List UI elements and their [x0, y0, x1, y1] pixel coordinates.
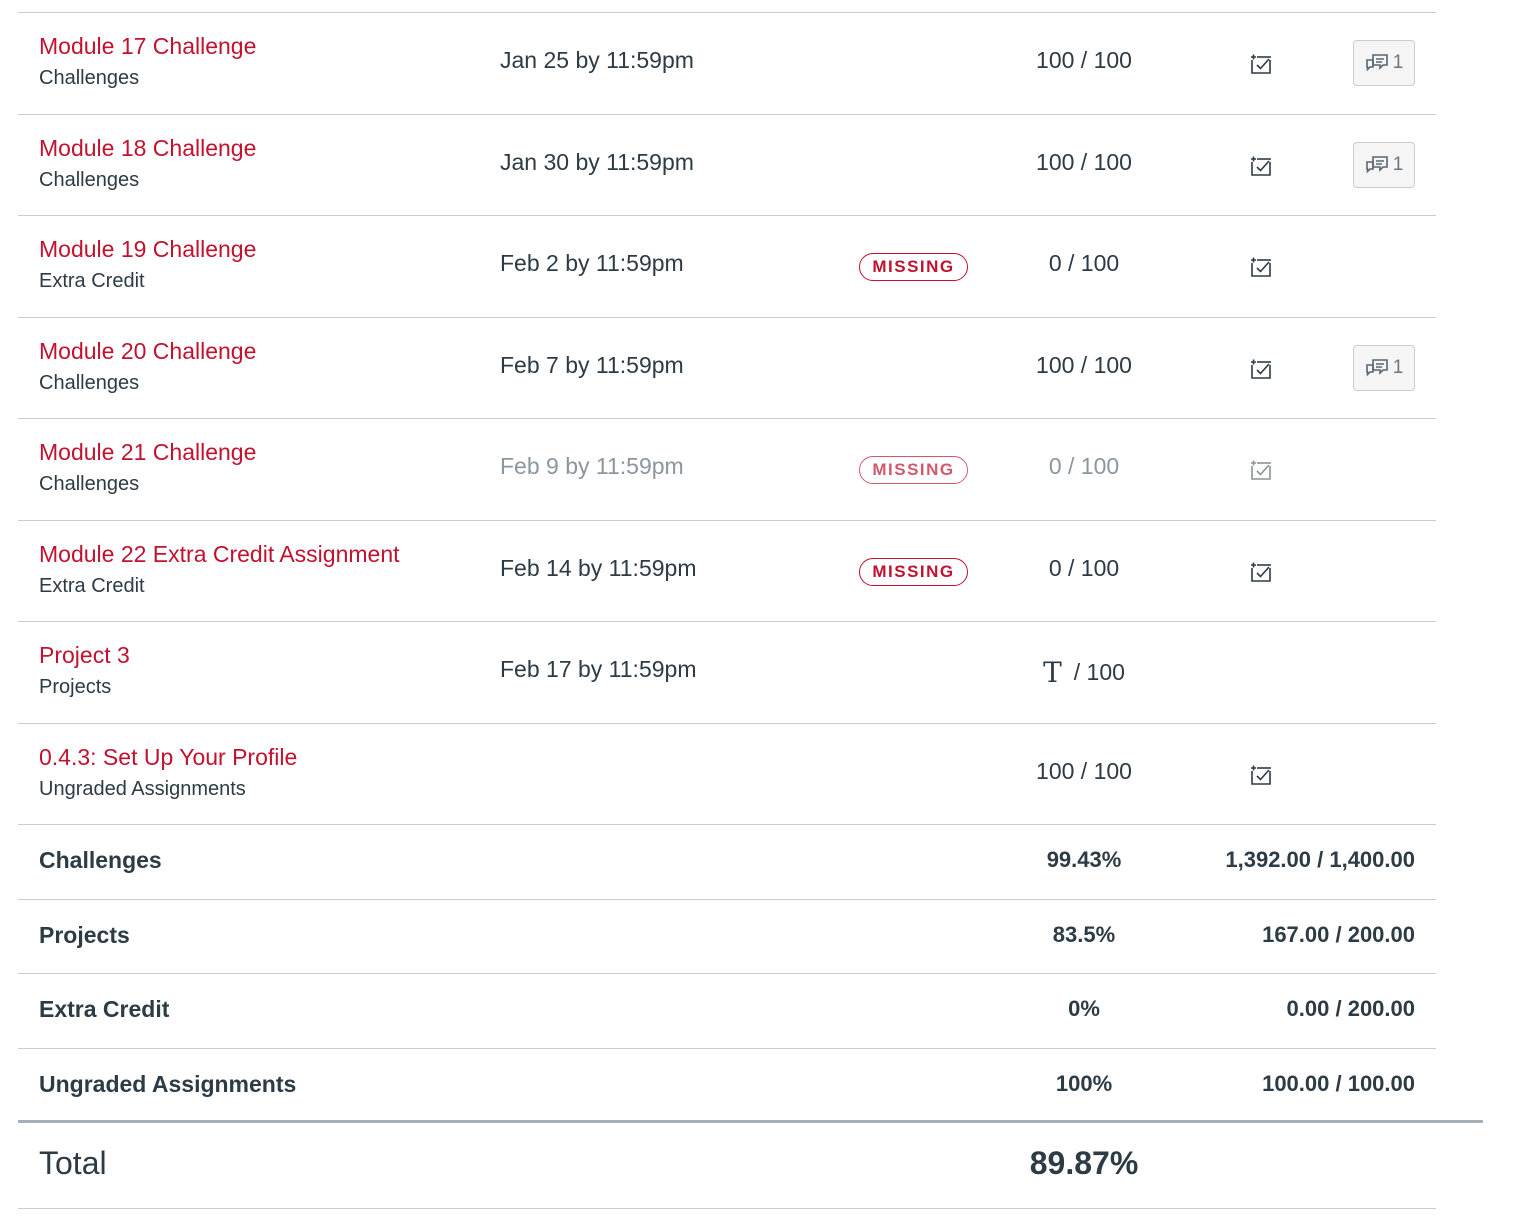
group-total-row: Ungraded Assignments 100% 100.00 / 100.0… — [18, 1049, 1436, 1124]
due-date: Feb 7 by 11:59pm — [500, 351, 684, 378]
assignment-title-link[interactable]: Module 22 Extra Credit Assignment — [39, 541, 400, 568]
score: 100 / 100 — [984, 149, 1184, 176]
group-points: 0.00 / 200.00 — [1286, 996, 1415, 1021]
score-value: 100 / 100 — [1036, 757, 1132, 784]
assignment-row: Module 17 Challenge Challenges Jan 25 by… — [18, 13, 1436, 115]
rubric-icon[interactable] — [1248, 254, 1274, 280]
group-name: Ungraded Assignments — [39, 1070, 297, 1097]
comments-button[interactable]: 1 — [1353, 141, 1415, 188]
assignment-group-label: Extra Credit — [39, 270, 145, 292]
assignment-title-link[interactable]: Module 21 Challenge — [39, 439, 256, 466]
comments-count: 1 — [1392, 153, 1404, 175]
score-value: 100 / 100 — [1036, 148, 1132, 175]
rubric-icon[interactable] — [1248, 559, 1274, 585]
comments-button[interactable]: 1 — [1353, 344, 1415, 391]
group-points: 100.00 / 100.00 — [1262, 1070, 1415, 1096]
group-points: 1,392.00 / 1,400.00 — [1225, 847, 1415, 872]
assignment-title-link[interactable]: 0.4.3: Set Up Your Profile — [39, 744, 297, 771]
due-date: Jan 30 by 11:59pm — [500, 148, 694, 175]
score: 100 / 100 — [984, 352, 1184, 379]
group-name: Challenges — [39, 847, 162, 873]
comments-count: 1 — [1392, 52, 1404, 73]
due-date: Feb 9 by 11:59pm — [500, 453, 684, 479]
assignment-row: Module 22 Extra Credit Assignment Extra … — [18, 521, 1436, 622]
group-percent: 83.5% — [1052, 921, 1116, 947]
score-value: 0 / 100 — [1048, 554, 1120, 581]
due-date: Feb 17 by 11:59pm — [500, 656, 697, 682]
missing-badge: MISSING — [859, 456, 968, 484]
assignment-group-label: Challenges — [39, 371, 140, 394]
final-total-row: Total 89.87% — [18, 1123, 1436, 1209]
score-value: 0 / 100 — [1048, 250, 1120, 276]
missing-badge: MISSING — [859, 557, 968, 586]
comment-icon — [1365, 155, 1388, 173]
group-percent: 0% — [1068, 996, 1100, 1021]
assignment-row: Module 21 Challenge Challenges Feb 9 by … — [18, 419, 1436, 521]
group-percent: 99.43% — [1046, 847, 1122, 872]
assignment-group-label: Challenges — [39, 168, 140, 191]
assignment-row: Project 3 Projects Feb 17 by 11:59pm T / … — [18, 622, 1436, 724]
group-total-row: Extra Credit 0% 0.00 / 200.00 — [18, 974, 1436, 1049]
group-points: 167.00 / 200.00 — [1262, 921, 1415, 947]
due-date: Feb 14 by 11:59pm — [500, 554, 697, 581]
comment-icon — [1365, 358, 1388, 376]
score: T / 100 — [984, 656, 1184, 689]
assignment-title-link[interactable]: Module 18 Challenge — [39, 135, 256, 162]
assignment-row: Module 19 Challenge Extra Credit Feb 2 b… — [18, 216, 1436, 318]
score: 0 / 100 — [984, 250, 1184, 277]
missing-badge: MISSING — [859, 253, 968, 281]
assignment-group-label: Ungraded Assignments — [39, 777, 246, 800]
assignment-group-label: Extra Credit — [39, 574, 145, 597]
score-value: 0 / 100 — [1048, 453, 1120, 479]
assignment-group-label: Challenges — [39, 67, 140, 89]
comments-button[interactable]: 1 — [1353, 40, 1415, 86]
assignment-group-label: Challenges — [39, 473, 140, 495]
group-total-row: Challenges 99.43% 1,392.00 / 1,400.00 — [18, 825, 1436, 900]
assignment-row: 0.4.3: Set Up Your Profile Ungraded Assi… — [18, 724, 1436, 825]
rubric-icon[interactable] — [1248, 153, 1274, 179]
assignment-row: Module 20 Challenge Challenges Feb 7 by … — [18, 318, 1436, 419]
score-value: 100 / 100 — [1036, 47, 1132, 73]
assignment-title-link[interactable]: Module 17 Challenge — [39, 33, 256, 60]
assignment-title-link[interactable]: Project 3 — [39, 642, 130, 669]
assignment-group-label: Projects — [39, 676, 112, 698]
assignment-row: Module 18 Challenge Challenges Jan 30 by… — [18, 115, 1436, 216]
total-label: Total — [39, 1145, 107, 1181]
group-total-row: Projects 83.5% 167.00 / 200.00 — [18, 900, 1436, 974]
score: 0 / 100 — [984, 453, 1184, 480]
due-date: Jan 25 by 11:59pm — [500, 47, 694, 73]
assignment-title-link[interactable]: Module 19 Challenge — [39, 236, 256, 263]
assignment-title-link[interactable]: Module 20 Challenge — [39, 338, 256, 365]
rubric-icon[interactable] — [1248, 356, 1274, 382]
score-value: 100 / 100 — [1036, 351, 1132, 378]
rubric-icon[interactable] — [1248, 762, 1274, 788]
group-name: Projects — [39, 921, 130, 948]
group-name: Extra Credit — [39, 996, 170, 1022]
comment-icon — [1365, 54, 1388, 72]
total-percent: 89.87% — [1029, 1145, 1139, 1181]
text-entry-icon: T — [1043, 656, 1062, 689]
rubric-icon[interactable] — [1248, 457, 1274, 483]
rubric-icon[interactable] — [1248, 51, 1274, 77]
score-value: / 100 — [1073, 659, 1125, 685]
score: 0 / 100 — [984, 555, 1184, 582]
due-date: Feb 2 by 11:59pm — [500, 250, 684, 276]
comments-count: 1 — [1392, 356, 1404, 378]
score: 100 / 100 — [984, 758, 1184, 785]
group-percent: 100% — [1055, 1070, 1113, 1096]
score: 100 / 100 — [984, 47, 1184, 74]
